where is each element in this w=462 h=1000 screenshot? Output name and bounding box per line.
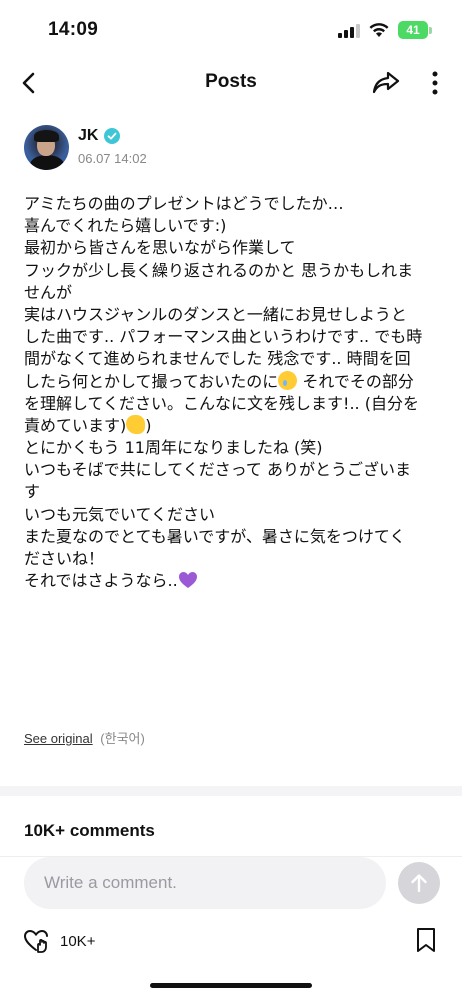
- post-line: せんが: [24, 282, 73, 302]
- post-line: したら何とかして撮っておいたのに それでその部分: [24, 370, 444, 393]
- comment-input[interactable]: [24, 857, 386, 909]
- avatar-hair: [34, 130, 59, 142]
- status-time: 14:09: [48, 19, 99, 40]
- post-line-text: 責めています): [24, 415, 127, 435]
- post-timestamp: 06.07 14:02: [78, 151, 147, 166]
- post-line: 間がなくて進められませんでした 残念です.. 時間を回: [24, 349, 411, 369]
- post-line: した曲です.. パフォーマンス曲というわけです.. でも時: [24, 327, 423, 347]
- status-bar: 14:09 41: [0, 0, 462, 60]
- wifi-icon: [369, 23, 389, 37]
- home-indicator: [150, 983, 312, 988]
- like-button[interactable]: 10K+: [22, 927, 95, 955]
- post-line-text: ): [145, 415, 152, 435]
- vertical-ellipsis-icon: [432, 71, 438, 95]
- crying-face-emoji-icon: [278, 370, 298, 390]
- like-count: 10K+: [60, 932, 96, 950]
- post-line: フックが少し長く繰り返されるのかと 思うかもしれま: [24, 260, 414, 280]
- purple-heart-emoji-icon: [178, 572, 197, 589]
- post-line: 責めています)): [24, 414, 444, 437]
- battery-tip: [429, 27, 432, 34]
- arrow-up-icon: [411, 874, 427, 893]
- post-line: ださいね！: [24, 549, 105, 568]
- translation-note: See original (한국어): [24, 728, 145, 747]
- post-line-text: それではさようなら..: [24, 571, 178, 591]
- post-line: いつも元気でいてください: [24, 504, 216, 524]
- bookmark-icon[interactable]: [414, 927, 438, 953]
- post-line-text: したら何とかして撮っておいたのに: [24, 371, 279, 391]
- post-line: アミたちの曲のプレゼントはどうでしたか…: [24, 194, 344, 213]
- post-author: JK 06.07 14:02: [24, 125, 324, 173]
- heart-hand-icon: [23, 929, 48, 953]
- see-original-link[interactable]: See original: [24, 731, 93, 746]
- avatar-body: [30, 155, 64, 170]
- post-line: また夏なのでとても暑いですが、暑さに気をつけてく: [24, 526, 406, 546]
- nav-bar: Posts: [0, 58, 462, 108]
- post-line: 実はハウスジャンルのダンスと一緒にお見せしようと: [24, 304, 407, 324]
- more-options-button[interactable]: [422, 68, 448, 98]
- avatar[interactable]: [24, 125, 69, 170]
- post-line: 喜んでくれたら嬉しいです:): [24, 216, 227, 236]
- post-line: いつもそばで共にしてくださって ありがとうございま: [24, 460, 412, 480]
- verified-badge-icon: [104, 128, 120, 144]
- send-comment-button[interactable]: [398, 862, 440, 904]
- comment-bar: 10K+: [0, 856, 462, 1000]
- share-button[interactable]: [370, 67, 402, 99]
- author-name[interactable]: JK: [78, 127, 98, 145]
- original-language-label: (한국어): [100, 731, 145, 746]
- section-divider: [0, 786, 462, 796]
- melting-face-emoji-icon: [126, 414, 146, 434]
- comments-count-heading: 10K+ comments: [24, 821, 155, 840]
- post-line: とにかくもう 11周年になりましたね (笑): [24, 438, 323, 458]
- battery-level: 41: [398, 21, 428, 39]
- post-line: す: [24, 482, 41, 502]
- post-line: 最初から皆さんを思いながら作業して: [24, 238, 296, 258]
- post-body: アミたちの曲のプレゼントはどうでしたか… 喜んでくれたら嬉しいです:) 最初から…: [24, 193, 444, 592]
- cellular-signal-icon: [338, 24, 360, 38]
- post-line: それではさようなら..: [24, 570, 444, 592]
- post-line: を理解してください。こんなに文を残します!.. (自分を: [24, 393, 419, 413]
- post-line-text: それでその部分: [297, 371, 414, 391]
- share-arrow-icon: [372, 71, 400, 94]
